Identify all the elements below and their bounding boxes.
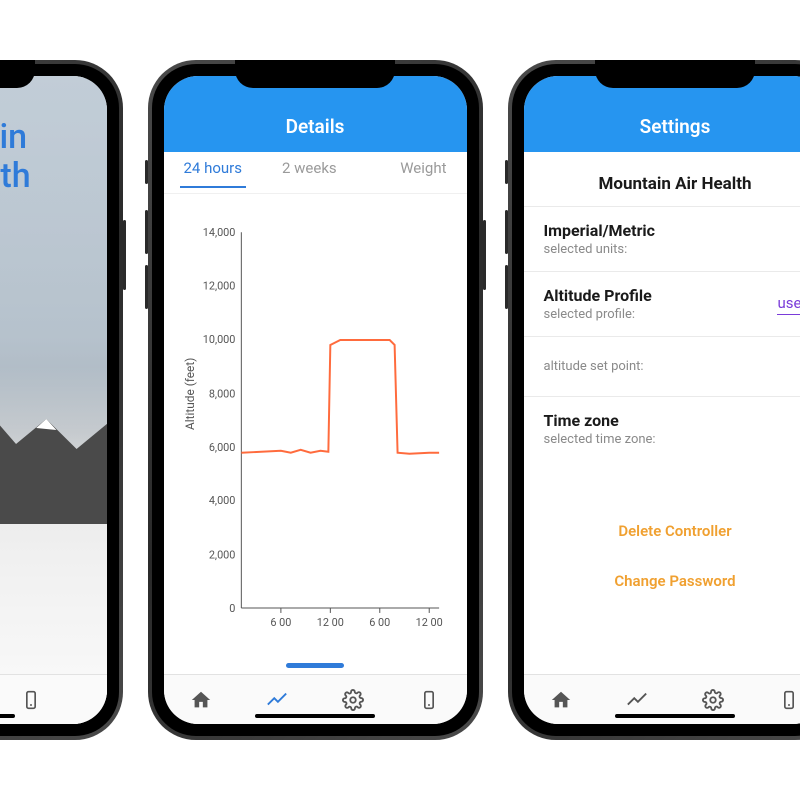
setpoint-metric: Set Point 10000 ft <box>0 246 107 298</box>
humidity-metric: Humidity 28 % <box>0 336 107 388</box>
svg-text:8,000: 8,000 <box>208 387 235 400</box>
settings-section-title: Mountain Air Health <box>524 164 800 204</box>
trend-icon[interactable] <box>265 688 289 712</box>
svg-text:0: 0 <box>229 602 235 615</box>
svg-text:2,000: 2,000 <box>208 549 235 562</box>
home-icon[interactable] <box>549 688 573 712</box>
row-profile-value: user <box>777 294 800 315</box>
home-indicator[interactable] <box>255 714 375 718</box>
scroll-indicator <box>286 663 344 668</box>
home-indicator[interactable] <box>0 714 15 718</box>
row-altitude-setpoint[interactable]: altitude set point: <box>524 336 800 396</box>
app-title: MountainAir Health <box>0 118 107 196</box>
delete-controller-button[interactable]: Delete Controller <box>524 506 800 556</box>
home-icon[interactable] <box>189 688 213 712</box>
gear-icon[interactable] <box>341 688 365 712</box>
svg-text:4,000: 4,000 <box>208 494 235 507</box>
svg-text:12,000: 12,000 <box>202 280 235 293</box>
tab-2-weeks[interactable]: 2 weeks <box>282 159 337 187</box>
humidity-label: Humidity <box>0 336 107 361</box>
row-timezone[interactable]: Time zone selected time zone: <box>524 396 800 461</box>
svg-text:14,000: 14,000 <box>202 226 235 239</box>
device-icon[interactable] <box>777 688 800 712</box>
row-tz-sub: selected time zone: <box>544 432 800 447</box>
svg-text:12 00: 12 00 <box>316 616 343 629</box>
device-icon[interactable] <box>417 688 441 712</box>
device-icon[interactable] <box>19 688 43 712</box>
gear-icon[interactable] <box>701 688 725 712</box>
row-units[interactable]: Imperial/Metric selected units: <box>524 206 800 271</box>
svg-text:12 00: 12 00 <box>415 616 442 629</box>
tab-weight[interactable]: Weight <box>400 159 446 187</box>
svg-text:10,000: 10,000 <box>202 333 235 346</box>
change-password-button[interactable]: Change Password <box>524 556 800 606</box>
svg-text:6 00: 6 00 <box>270 616 291 629</box>
row-units-title: Imperial/Metric <box>544 221 800 240</box>
setpoint-label: Set Point <box>0 246 107 271</box>
humidity-value: 28 % <box>0 363 107 388</box>
row-profile-title: Altitude Profile <box>544 286 800 305</box>
page-title: Details <box>286 115 345 138</box>
page-title: Settings <box>640 115 711 138</box>
row-altitude-profile[interactable]: Altitude Profile selected profile: user <box>524 271 800 336</box>
tab-24-hours[interactable]: 24 hours <box>184 159 243 187</box>
svg-text:6 00: 6 00 <box>369 616 390 629</box>
altitude-series <box>241 340 439 454</box>
y-axis-label: Altitude (feet) <box>182 358 196 430</box>
trend-icon[interactable] <box>625 688 649 712</box>
svg-text:6,000: 6,000 <box>208 441 235 454</box>
setpoint-value: 10000 ft <box>0 273 107 298</box>
home-indicator[interactable] <box>615 714 735 718</box>
row-profile-sub: selected profile: <box>544 307 800 322</box>
altitude-chart: Altitude (feet) 0 2,000 4,000 6,000 8,00… <box>182 216 449 644</box>
row-tz-title: Time zone <box>544 411 800 430</box>
row-units-sub: selected units: <box>544 242 800 257</box>
